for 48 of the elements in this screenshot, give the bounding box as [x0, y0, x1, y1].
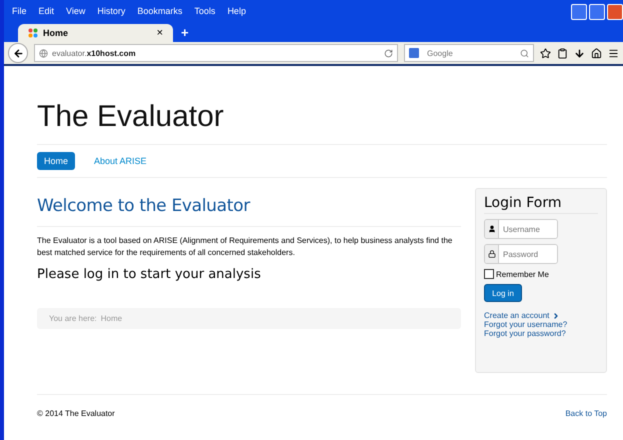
address-bar[interactable]: evaluator.x10host.com	[34, 44, 398, 62]
remember-label: Remember Me	[496, 270, 549, 278]
back-arrow-icon	[12, 48, 24, 58]
breadcrumb-label: You are here:	[49, 314, 97, 323]
new-tab-button[interactable]: +	[181, 25, 189, 40]
nav-link[interactable]: Home	[37, 152, 76, 170]
back-button[interactable]	[8, 43, 28, 63]
panel-title: Login Form	[484, 195, 598, 214]
intro-text: The Evaluator is a tool based on ARISE (Alignment of Requirements and Services), to help business analysts find the best matched service for the requirements of all concerned stakeholders.	[37, 235, 454, 259]
password-field[interactable]: Password	[484, 244, 558, 264]
maximize-button[interactable]	[589, 4, 605, 20]
lock-icon	[488, 250, 496, 258]
username-field[interactable]: Username	[484, 219, 558, 239]
home-icon[interactable]	[591, 48, 602, 58]
remember-checkbox[interactable]	[484, 269, 494, 279]
download-icon[interactable]	[574, 48, 585, 58]
back-to-top-link[interactable]: Back to Top	[565, 409, 607, 418]
logo-icon	[28, 28, 38, 38]
search-icon[interactable]	[520, 48, 529, 58]
minimize-button[interactable]	[571, 4, 587, 20]
menu-item[interactable]: View	[66, 6, 86, 16]
nav-link[interactable]: About ARISE	[87, 152, 154, 170]
browser-tab[interactable]: Home ×	[18, 24, 173, 42]
globe-icon	[39, 48, 48, 58]
menu-item[interactable]: Bookmarks	[137, 6, 182, 16]
tab-close-button[interactable]: ×	[156, 27, 163, 39]
menu-item[interactable]: Edit	[38, 6, 54, 16]
search-field[interactable]: Google	[404, 44, 534, 62]
subheading: Please log in to start your analysis	[37, 267, 262, 282]
account-link[interactable]: Forgot your password?	[484, 329, 598, 338]
account-link[interactable]: Create an account	[484, 311, 598, 320]
site-title: The Evaluator	[37, 100, 225, 134]
chevron-right-icon	[552, 312, 560, 320]
menu-item[interactable]: History	[97, 6, 126, 16]
reload-icon[interactable]	[384, 48, 393, 58]
close-button[interactable]	[607, 4, 623, 20]
menu-icon[interactable]	[608, 48, 619, 58]
menu-item[interactable]: Help	[227, 6, 246, 16]
copyright-text: © 2014 The Evaluator	[37, 409, 115, 418]
account-link[interactable]: Forgot your username?	[484, 320, 598, 329]
user-icon	[488, 225, 496, 233]
menu-item[interactable]: Tools	[194, 6, 216, 16]
star-icon[interactable]	[540, 48, 551, 58]
menu-item[interactable]: File	[12, 6, 27, 16]
page-heading: Welcome to the Evaluator	[37, 196, 252, 216]
login-button[interactable]: Log in	[484, 284, 522, 302]
clipboard-icon[interactable]	[557, 48, 568, 58]
tab-title: Home	[43, 28, 70, 38]
